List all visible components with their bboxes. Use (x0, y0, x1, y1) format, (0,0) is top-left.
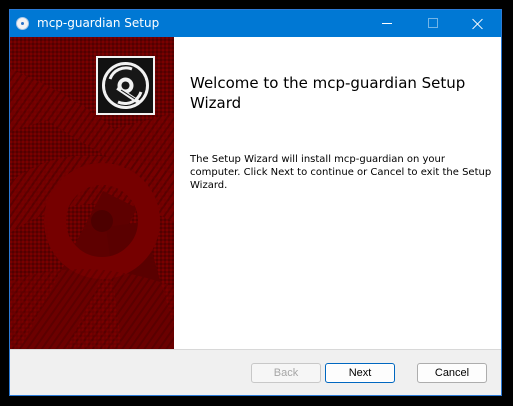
maximize-icon (428, 18, 438, 28)
wizard-content: Welcome to the mcp-guardian Setup Wizard… (174, 37, 501, 349)
disc-icon (102, 62, 149, 109)
installer-icon (16, 17, 29, 30)
cancel-button[interactable]: Cancel (417, 363, 487, 383)
maximize-button (410, 10, 456, 37)
next-button[interactable]: Next (325, 363, 395, 383)
minimize-button[interactable] (364, 10, 410, 37)
wizard-heading: Welcome to the mcp-guardian Setup Wizard (190, 74, 466, 112)
close-button[interactable] (455, 10, 501, 37)
setup-logo (96, 56, 155, 115)
setup-window: mcp-guardian Setup Welcome to the mcp-gu… (9, 9, 502, 396)
minimize-icon (382, 23, 392, 24)
title-bar[interactable]: mcp-guardian Setup (10, 10, 501, 37)
footer-divider (10, 349, 501, 350)
close-icon (472, 18, 484, 30)
window-title: mcp-guardian Setup (37, 16, 160, 30)
back-button: Back (251, 363, 321, 383)
wizard-side-banner (10, 37, 174, 349)
wizard-description: The Setup Wizard will install mcp-guardi… (190, 154, 492, 191)
